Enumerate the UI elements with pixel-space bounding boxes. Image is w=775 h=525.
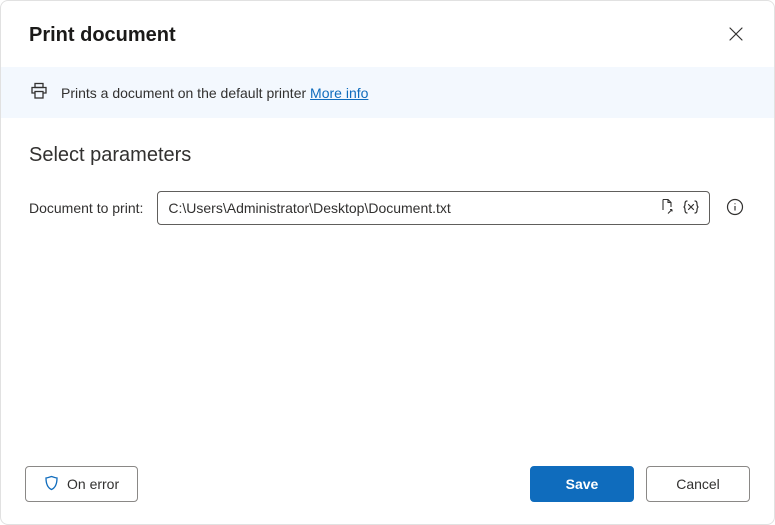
info-description: Prints a document on the default printer [61,85,310,101]
info-bar: Prints a document on the default printer… [1,67,774,118]
variable-button[interactable] [679,196,703,220]
dialog-content: Select parameters Document to print: [1,118,774,448]
section-title: Select parameters [29,144,746,167]
document-to-print-input[interactable] [168,200,655,216]
shield-icon [44,475,59,494]
close-button[interactable] [722,21,750,49]
info-text: Prints a document on the default printer… [61,85,368,101]
document-to-print-row: Document to print: [29,191,746,225]
more-info-link[interactable]: More info [310,85,368,101]
dialog-footer: On error Save Cancel [1,448,774,524]
cancel-button[interactable]: Cancel [646,466,750,502]
save-button[interactable]: Save [530,466,634,502]
document-to-print-input-wrap [157,191,710,225]
on-error-button[interactable]: On error [25,466,138,502]
print-document-dialog: Print document Prints a document on the … [0,0,775,525]
printer-icon [29,81,49,104]
file-arrow-icon [659,198,676,218]
help-button[interactable] [724,197,746,219]
select-file-button[interactable] [655,196,679,220]
close-icon [729,27,743,44]
on-error-label: On error [67,476,119,492]
info-icon [726,198,744,219]
variable-icon [682,199,700,218]
dialog-title: Print document [29,24,176,47]
document-to-print-label: Document to print: [29,200,143,216]
dialog-header: Print document [1,1,774,67]
